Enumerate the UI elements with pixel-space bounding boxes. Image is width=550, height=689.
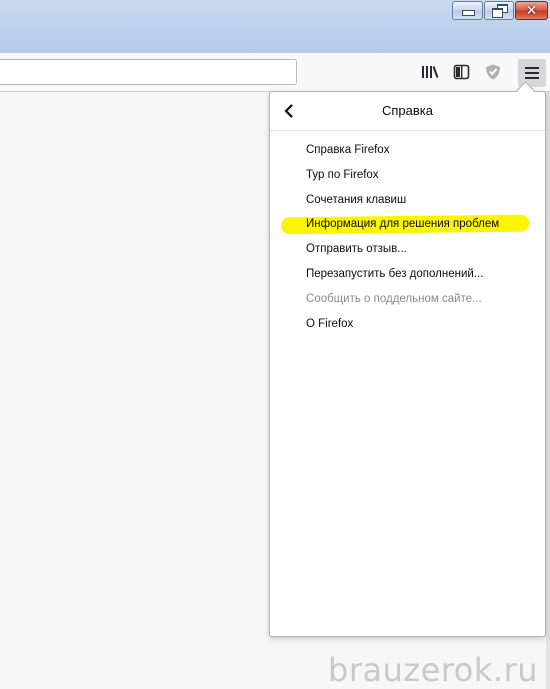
- back-button[interactable]: [278, 100, 300, 122]
- library-icon[interactable]: [419, 60, 441, 84]
- menu-item-label: Перезапустить без дополнений...: [306, 267, 484, 280]
- browser-window: ✕ Справка Справка Firefox Тур по Firefox…: [0, 0, 550, 689]
- minimize-button[interactable]: [452, 1, 483, 20]
- menu-item-firefox-tour[interactable]: Тур по Firefox: [270, 163, 545, 188]
- sidebar-icon[interactable]: [451, 60, 473, 84]
- restore-icon: [492, 8, 503, 18]
- chevron-left-icon: [284, 104, 293, 118]
- close-button[interactable]: ✕: [515, 1, 548, 20]
- menu-item-label: Справка Firefox: [306, 144, 390, 156]
- menu-item-label: О Firefox: [306, 317, 354, 330]
- menu-item-firefox-help[interactable]: Справка Firefox: [270, 138, 545, 163]
- menu-item-label: Отправить отзыв...: [306, 243, 407, 256]
- menu-item-label: Тур по Firefox: [306, 168, 379, 181]
- tracking-protection-icon[interactable]: [482, 60, 504, 84]
- minimize-icon: [462, 10, 475, 16]
- url-bar-input[interactable]: [0, 59, 297, 85]
- menu-item-submit-feedback[interactable]: Отправить отзыв...: [270, 237, 545, 262]
- menu-item-about-firefox[interactable]: О Firefox: [270, 312, 545, 337]
- vertical-scrollbar[interactable]: [546, 92, 550, 689]
- menu-item-label: Сообщить о поддельном сайте...: [306, 292, 482, 305]
- watermark-text: brauzerok.ru: [328, 651, 539, 689]
- menu-item-keyboard-shortcuts[interactable]: Сочетания клавиш: [270, 188, 545, 213]
- menu-item-label: Информация для решения проблем: [306, 218, 500, 231]
- restore-button[interactable]: [484, 1, 514, 20]
- close-icon: ✕: [525, 2, 538, 18]
- menu-item-label: Сочетания клавиш: [306, 193, 407, 206]
- help-menu-list: Справка Firefox Тур по Firefox Сочетания…: [270, 138, 545, 336]
- help-panel: Справка Справка Firefox Тур по Firefox С…: [269, 91, 546, 637]
- help-panel-title: Справка: [382, 103, 433, 118]
- menu-item-restart-without-addons[interactable]: Перезапустить без дополнений...: [270, 262, 545, 287]
- help-panel-header: Справка: [270, 92, 545, 131]
- window-titlebar: ✕: [0, 0, 550, 54]
- menu-item-troubleshooting-info[interactable]: Информация для решения проблем: [270, 212, 545, 237]
- menu-item-report-deceptive-site: Сообщить о поддельном сайте...: [270, 287, 545, 312]
